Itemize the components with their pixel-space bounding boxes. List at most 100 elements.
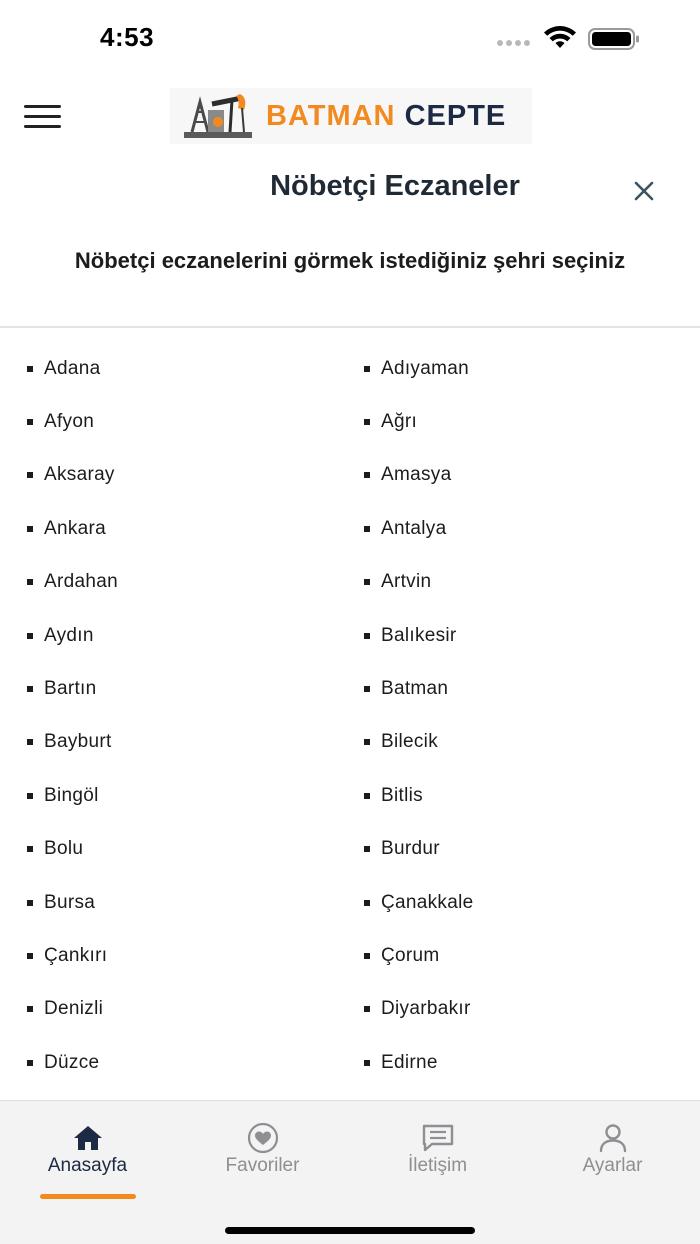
tab-bar: Anasayfa Favoriler İletişim Ayarlar [0,1100,700,1244]
city-name: Bartın [44,677,97,699]
city-item[interactable]: Adıyaman [364,342,469,395]
city-name: Batman [381,677,449,699]
city-name: Çanakkale [381,891,474,913]
city-name: Antalya [381,517,447,539]
city-item[interactable]: Bilecik [364,716,438,769]
city-item[interactable]: Bayburt [27,716,112,769]
city-item[interactable]: Adana [27,342,100,395]
bullet-icon [364,472,370,479]
city-name: Çankırı [44,944,108,966]
city-item[interactable]: Ardahan [27,556,118,609]
home-indicator[interactable] [225,1227,475,1234]
city-name: Amasya [381,464,452,486]
city-item[interactable]: Çankırı [27,929,107,982]
city-item[interactable]: Bingöl [27,769,99,822]
bullet-icon [364,792,370,799]
city-item[interactable]: Batman [364,662,448,715]
city-name: Afyon [44,410,95,432]
oil-pump-icon [184,94,252,138]
bullet-icon [27,472,33,479]
bullet-icon [27,418,33,425]
city-item[interactable]: Çanakkale [364,876,473,929]
bullet-icon [364,952,370,959]
status-bar: 4:53 [0,0,700,78]
close-icon[interactable] [628,175,660,207]
tab-home[interactable]: Anasayfa [0,1101,175,1201]
city-item[interactable]: Aksaray [27,449,115,502]
city-name: Aydın [44,624,94,646]
city-name: Adıyaman [381,357,469,379]
city-item[interactable]: Denizli [27,983,103,1036]
city-item[interactable]: Edirne [364,1036,438,1089]
city-item[interactable]: Antalya [364,502,446,555]
active-tab-indicator [40,1194,136,1199]
bullet-icon [364,525,370,532]
bullet-icon [27,792,33,799]
city-name: Bilecik [381,731,439,753]
bullet-icon [27,1059,33,1066]
logo-text: BATMAN CEPTE [266,99,507,132]
tab-home-label: Anasayfa [47,1155,128,1176]
bullet-icon [27,1006,33,1013]
battery-icon [588,28,639,50]
city-item[interactable]: Bursa [27,876,95,929]
bullet-icon [27,899,33,906]
city-item[interactable]: Ağrı [364,395,417,448]
bullet-icon [27,525,33,532]
city-item[interactable]: Ankara [27,502,106,555]
city-item[interactable]: Çorum [364,929,440,982]
city-item[interactable]: Amasya [364,449,451,502]
city-name: Adana [44,357,101,379]
bullet-icon [27,846,33,853]
user-icon [597,1123,629,1153]
bullet-icon [364,365,370,372]
bullet-icon [27,952,33,959]
bullet-icon [27,579,33,586]
city-item[interactable]: Bartın [27,662,97,715]
city-name: Denizli [44,998,104,1020]
bullet-icon [364,579,370,586]
tab-favorites-label: Favoriler [225,1155,300,1176]
menu-button[interactable] [24,104,62,130]
city-name: Ardahan [44,571,118,593]
city-name: Düzce [44,1051,100,1073]
bullet-icon [364,418,370,425]
bullet-icon [364,846,370,853]
city-name: Edirne [381,1051,438,1073]
bullet-icon [364,1059,370,1066]
city-item[interactable]: Bolu [27,823,83,876]
bullet-icon [364,685,370,692]
city-item[interactable]: Balıkesir [364,609,457,662]
bullet-icon [364,899,370,906]
city-item[interactable]: Düzce [27,1036,99,1089]
tab-settings-label: Ayarlar [582,1155,643,1176]
city-item[interactable]: Burdur [364,823,440,876]
city-name: Bayburt [44,731,112,753]
modal-title: Nöbetçi Eczaneler [270,170,520,202]
city-item[interactable]: Bitlis [364,769,423,822]
message-icon [422,1123,454,1153]
tab-favorites[interactable]: Favoriler [175,1101,350,1201]
bullet-icon [27,739,33,746]
city-name: Artvin [381,571,432,593]
status-time: 4:53 [100,22,155,52]
bullet-icon [27,365,33,372]
city-name: Bolu [44,838,84,860]
city-name: Burdur [381,838,440,860]
city-name: Ağrı [381,410,418,432]
bullet-icon [27,632,33,639]
tab-settings[interactable]: Ayarlar [525,1101,700,1201]
city-item[interactable]: Artvin [364,556,431,609]
city-item[interactable]: Diyarbakır [364,983,471,1036]
city-name: Diyarbakır [381,998,471,1020]
city-name: Bingöl [44,784,99,806]
city-item[interactable]: Aydın [27,609,94,662]
tab-contact-label: İletişim [407,1155,468,1176]
app-logo[interactable]: BATMAN CEPTE [170,88,532,144]
menu-icon [24,105,61,108]
instruction-text: Nöbetçi eczanelerini görmek istediğiniz … [74,248,626,273]
divider [0,326,700,328]
city-item[interactable]: Afyon [27,395,94,448]
bullet-icon [364,632,370,639]
tab-contact[interactable]: İletişim [350,1101,525,1201]
